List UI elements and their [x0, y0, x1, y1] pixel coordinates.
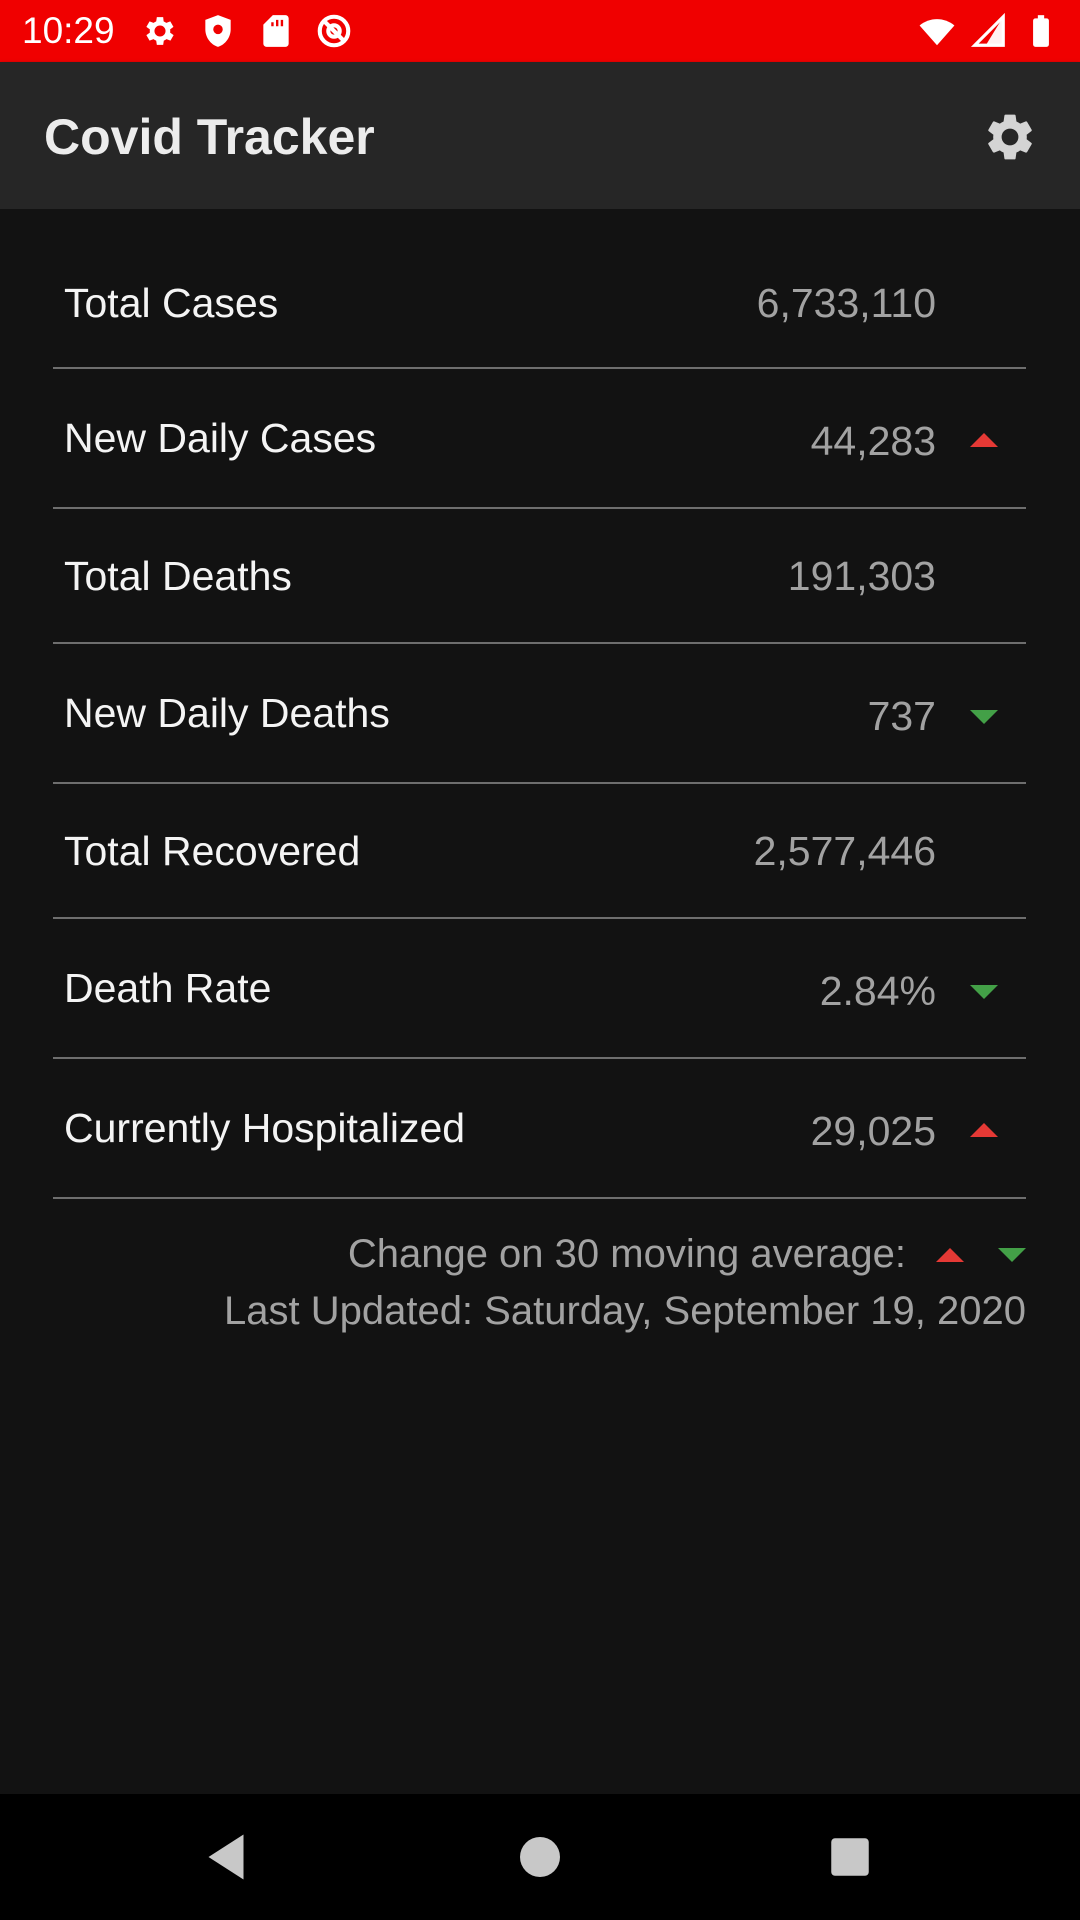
stat-label: Total Cases [64, 280, 279, 326]
home-button[interactable] [510, 1827, 570, 1887]
page-title: Covid Tracker [44, 109, 375, 165]
trend-down-icon [970, 985, 998, 999]
last-updated: Last Updated: Saturday, September 19, 20… [223, 1289, 1026, 1333]
cell-signal-icon [970, 12, 1008, 50]
stat-value: 2.84% [819, 968, 936, 1014]
stat-value: 6,733,110 [756, 280, 936, 326]
status-time: 10:29 [22, 10, 115, 51]
stat-row-total-cases: Total Cases 6,733,110 [53, 209, 1026, 369]
recents-icon [831, 1838, 869, 1876]
settings-button[interactable] [982, 109, 1038, 165]
legend-text: Change on 30 moving average: [347, 1232, 906, 1276]
stat-row-death-rate: Death Rate 2.84% [53, 919, 1026, 1059]
stat-label: New Daily Cases [64, 415, 377, 461]
stat-label: New Daily Deaths [64, 690, 390, 736]
stat-value: 2,577,446 [753, 828, 936, 874]
legend-up-icon [936, 1247, 964, 1262]
stat-row-total-recovered: Total Recovered 2,577,446 [53, 784, 1026, 919]
status-icons-left [141, 12, 353, 50]
trend-legend: Change on 30 moving average: [348, 1232, 1026, 1277]
stat-value: 29,025 [810, 1108, 936, 1154]
wifi-icon [918, 12, 956, 50]
stat-label: Death Rate [64, 965, 272, 1011]
stat-value: 737 [867, 693, 936, 739]
stats-content: Total Cases 6,733,110 New Daily Cases 44… [0, 209, 1080, 1794]
stat-row-total-deaths: Total Deaths 191,303 [53, 509, 1026, 644]
back-icon [208, 1834, 244, 1880]
stat-row-new-daily-deaths: New Daily Deaths 737 [53, 644, 1026, 784]
stat-row-new-daily-cases: New Daily Cases 44,283 [53, 369, 1026, 509]
recents-button[interactable] [820, 1827, 880, 1887]
stat-label: Total Deaths [64, 553, 292, 599]
stat-value: 191,303 [787, 553, 936, 599]
status-icons-right [918, 0, 1060, 62]
back-button[interactable] [196, 1827, 256, 1887]
stat-label: Total Recovered [64, 828, 361, 874]
sd-card-icon [257, 12, 295, 50]
shield-icon [199, 12, 237, 50]
app-bar: Covid Tracker [0, 62, 1080, 209]
stat-row-currently-hospitalized: Currently Hospitalized 29,025 [53, 1059, 1026, 1199]
stat-value: 44,283 [810, 418, 936, 464]
settings-gear-icon [988, 114, 1032, 160]
trend-down-icon [970, 710, 998, 724]
trend-up-icon [970, 433, 998, 447]
stats-list: Total Cases 6,733,110 New Daily Cases 44… [53, 209, 1026, 1199]
at-sign-icon [315, 12, 353, 50]
battery-icon [1022, 12, 1060, 50]
gear-icon [141, 12, 179, 50]
legend-down-icon [998, 1247, 1026, 1262]
home-icon [520, 1837, 560, 1877]
trend-up-icon [970, 1123, 998, 1137]
stat-label: Currently Hospitalized [64, 1105, 466, 1151]
status-bar: 10:29 [0, 0, 1080, 62]
nav-bar [0, 1794, 1080, 1920]
